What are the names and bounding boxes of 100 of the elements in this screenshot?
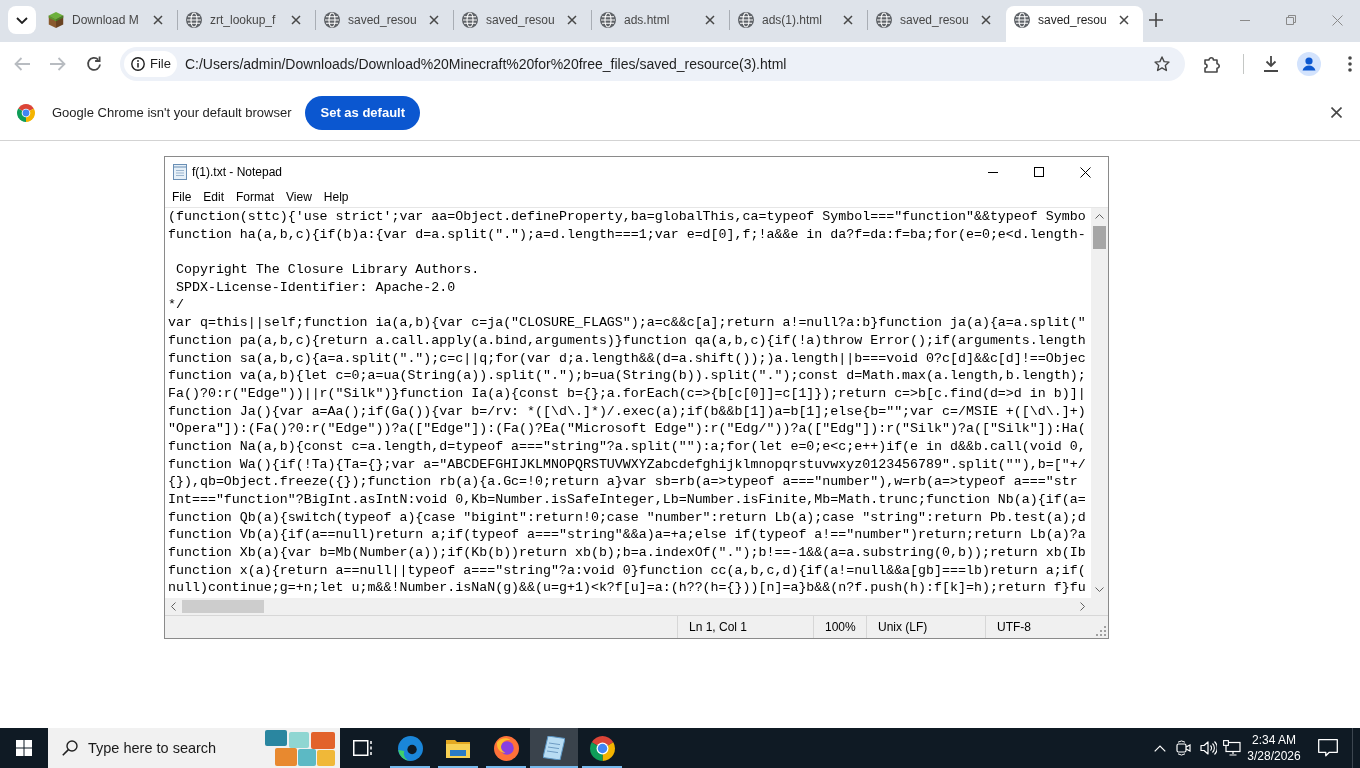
tab-search-button[interactable]	[8, 6, 36, 34]
camera-icon[interactable]	[1176, 740, 1192, 756]
code-line: Fa()?0:r("Edge"))||r("Silk")}function Ia(a){const b={};a.forEach(c=>{b[c[0]]=c[1]});return c=>b[c.find(d=>d in b)]|	[168, 384, 1087, 403]
firefox-icon	[493, 735, 519, 761]
status-text: Unix (LF)	[866, 616, 985, 638]
close-icon[interactable]	[981, 15, 991, 25]
restore-icon[interactable]	[1286, 15, 1296, 25]
browser-tab[interactable]: saved_resou	[868, 6, 1005, 42]
globe-icon	[876, 12, 892, 28]
close-icon[interactable]	[705, 15, 715, 25]
menu-item[interactable]: Edit	[197, 187, 231, 207]
vertical-scrollbar[interactable]	[1091, 208, 1108, 598]
resize-grip-icon[interactable]	[1095, 625, 1106, 636]
window-title: f(1).txt - Notepad	[192, 165, 284, 179]
info-icon	[131, 56, 145, 71]
puzzle-pieces-icon	[265, 730, 335, 766]
code-line: function Xb(a){var b=Mb(Number(a));if(Kb(b))return xb(b);b=a.indexOf(".");b!==-1&&(a=a.substring(0,b));return xb(Ib	[168, 544, 1087, 562]
close-icon[interactable]	[567, 15, 577, 25]
globe-icon	[1014, 12, 1030, 28]
scrollbar-thumb[interactable]	[1093, 226, 1106, 249]
url-text[interactable]: C:/Users/admin/Downloads/Download%20Minecraft%20for%20free_files/saved_resource(3).html	[184, 55, 1154, 72]
clock-date[interactable]: 3/28/2026	[1247, 748, 1301, 764]
close-icon[interactable]	[1079, 166, 1091, 178]
browser-tab[interactable]: Download M	[40, 6, 177, 42]
globe-icon	[324, 12, 340, 28]
code-line: function Na(a,b){const c=a.length,d=typeof a==="string"?a.split(""):a;for(let e=0;e<c;e++)if(e in d&&b.call(void 0,	[168, 437, 1087, 456]
chevron-up-icon[interactable]	[1154, 744, 1166, 752]
code-line: function Ja(){var a=Aa();if(Ga()){var b=/rv: *([\d\.]*)/.exec(a);if(b&&b[1])a=b[1];else{b="";var c=/MSIE +([\d\.]+)	[168, 402, 1087, 421]
chevron-down-icon	[16, 16, 28, 24]
horizontal-scrollbar[interactable]	[165, 598, 1091, 615]
network-icon[interactable]	[1223, 740, 1241, 756]
infobar-message: Google Chrome isn't your default browser	[52, 105, 292, 120]
menu-item[interactable]: Format	[230, 187, 281, 207]
browser-tab[interactable]: zrt_lookup_f	[178, 6, 315, 42]
close-icon[interactable]	[429, 15, 439, 25]
forward-arrow-icon	[50, 56, 66, 71]
globe-icon	[600, 12, 616, 28]
close-icon[interactable]	[843, 15, 853, 25]
volume-icon[interactable]	[1199, 740, 1217, 756]
scroll-left-icon[interactable]	[171, 602, 176, 611]
code-line: function Qb(a){switch(typeof a){case "bigint":return!0;case "number":return Lb(a);case "string":return Pb.test(a);d	[168, 508, 1087, 527]
scroll-up-icon[interactable]	[1095, 214, 1104, 219]
chrome-logo-icon	[17, 103, 35, 122]
status-text: UTF-8	[985, 616, 1091, 638]
scroll-right-icon[interactable]	[1080, 602, 1085, 611]
browser-tab[interactable]: ads.html	[592, 6, 729, 42]
code-line: function Vb(a){if(a==null)return a;if(typeof a==="string"&&a)a=+a;else if(typeof a!=="number")return;return Lb(a)?a	[168, 526, 1087, 545]
notepad-icon	[173, 164, 187, 180]
code-line: function x(a){return a==null||typeof a==="string"?a:void 0}function cc(a,b,c,d){if(a!=null&&a[gb]===lb)return a;if(	[168, 561, 1087, 580]
windows-logo-icon	[16, 740, 32, 756]
taskbar-app-button[interactable]	[530, 728, 578, 768]
code-line: Copyright The Closure Library Authors.	[174, 261, 481, 279]
grass-block-icon	[48, 12, 64, 28]
reload-icon	[86, 55, 102, 72]
search-icon	[62, 740, 78, 756]
maximize-icon[interactable]	[1034, 167, 1044, 177]
menu-item[interactable]: Help	[317, 187, 355, 207]
chrome-icon	[589, 735, 615, 761]
notification-icon[interactable]	[1318, 739, 1338, 757]
browser-tab[interactable]: saved_resou	[1006, 6, 1143, 42]
globe-icon	[462, 12, 478, 28]
code-line: function ha(a,b,c){if(b)a:{var d=a.split(".");a=d.length===1;var e=d[0],f;!a&&e in da?f=da:f=ba;for(e=0;e<d.length-	[168, 225, 1087, 244]
minimize-icon[interactable]	[988, 171, 998, 173]
globe-icon	[186, 12, 202, 28]
clock-time[interactable]: 2:34 AM	[1252, 732, 1296, 748]
code-line: (function(sttc){'use strict';var aa=Object.defineProperty,ba=globalThis,ca=typeof Symbol==="function"&&typeof Symbo	[168, 208, 1087, 226]
menu-item[interactable]: File	[166, 187, 198, 207]
code-line: */	[168, 296, 185, 315]
star-icon[interactable]	[1154, 55, 1170, 72]
back-arrow-icon	[14, 56, 30, 71]
code-line: "Opera"]):(Fa()?0:r("Edge"))?a(["Edge"]):(Fa()?Ea("Microsoft Edge"):r("Edg/"))?a(["Edg"]):r("Silk")?a(["Silk"]):Ha(	[168, 420, 1087, 438]
code-line: function Wa(){if(!Ta){Ta={};var a="ABCDEFGHIJKLMNOPQRSTUVWXYZabcdefghijklmnopqrstuvwxyz0123456789".split(""),b=["+/	[168, 455, 1087, 474]
globe-icon	[738, 12, 754, 28]
scrollbar-thumb[interactable]	[182, 600, 264, 613]
close-icon[interactable]	[153, 15, 163, 25]
status-text: 100%	[813, 616, 866, 638]
edge-icon	[397, 735, 423, 761]
more-icon	[1348, 55, 1352, 72]
notepad-icon	[543, 736, 565, 760]
code-line: SPDX-License-Identifier: Apache-2.0	[174, 278, 457, 297]
close-icon[interactable]	[291, 15, 301, 25]
site-info-chip[interactable]: File	[124, 50, 177, 77]
browser-tab[interactable]: saved_resou	[316, 6, 453, 42]
code-line: {}),qb=Object.freeze({});function rb(a){a.Gc=!0;return a}var sb=rb(a=>typeof a==="number"),w=rb(a=>typeof a==="str	[168, 473, 1079, 491]
download-icon	[1263, 55, 1279, 72]
address-bar[interactable]: File C:/Users/admin/Downloads/Download%20Minecraft%20for%20free_files/saved_resource(3).html	[120, 46, 1185, 81]
code-line: function sa(a,b,c){a=a.split(".");c=c||q;for(var d;a.length&&(d=a.shift());)a.length||b===void 0?c[d]&&c[d]!==Objec	[168, 349, 1087, 368]
code-line: Int==="function"?BigInt.asIntN:void 0,Kb=Number.isSafeInteger,Lb=Number.isFinite,Mb=Math.trunc;function Nb(a){if(a=	[168, 491, 1087, 509]
close-icon[interactable]	[1331, 107, 1342, 118]
close-icon[interactable]	[1119, 15, 1129, 25]
code-line: null)continue;g=+n;let u;m&&!Number.isNaN(g)&&(u=g+1)<k?f[u]=a:(h??(h={}))[n]=a}b&&(n?f.push(h):f[k]=h);return f}fu	[168, 579, 1087, 598]
scroll-down-icon[interactable]	[1095, 587, 1104, 592]
task-view-icon	[353, 740, 373, 756]
menu-item[interactable]: View	[280, 187, 318, 207]
browser-tab[interactable]: ads(1).html	[730, 6, 867, 42]
code-line: function pa(a,b,c){return a.call.apply(a.bind,arguments)}function qa(a,b,c){if(!a)throw Error();if(arguments.length	[168, 331, 1087, 350]
browser-tab[interactable]: saved_resou	[454, 6, 591, 42]
set-as-default-button[interactable]: Set as default	[305, 95, 420, 130]
new-tab-icon[interactable]	[1149, 13, 1163, 27]
puzzle-icon	[1203, 54, 1221, 73]
